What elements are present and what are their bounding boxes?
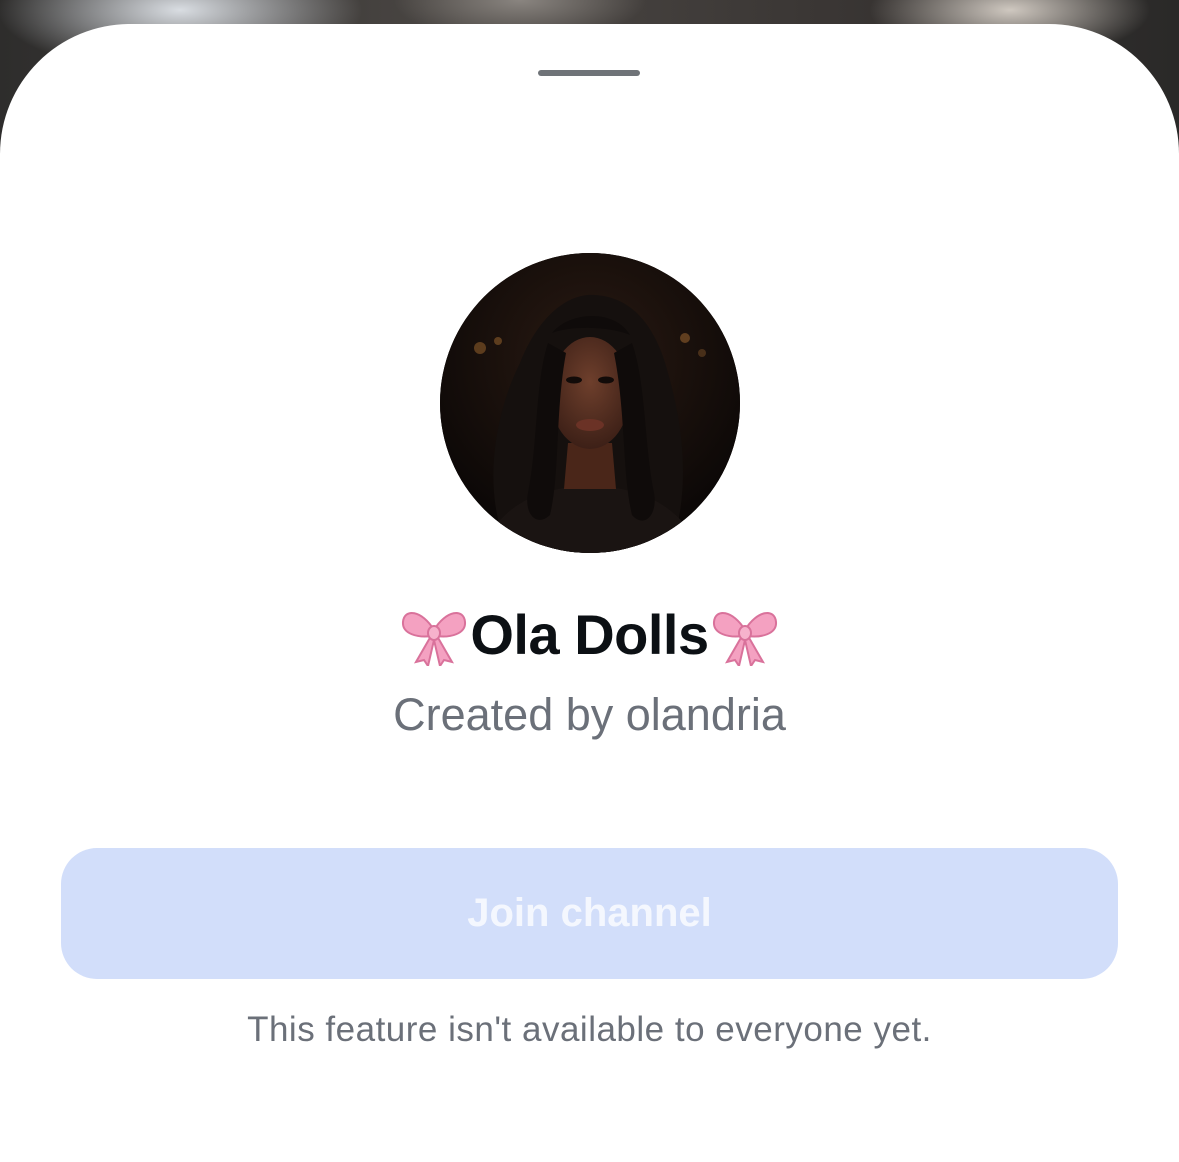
join-channel-label: Join channel	[467, 891, 712, 935]
channel-creator-line: Created by olandria	[393, 689, 786, 740]
pink-bow-icon	[712, 612, 777, 666]
channel-invite-sheet: Ola Dolls Created by olandria Join chann…	[0, 24, 1179, 1162]
channel-title-row: Ola Dolls	[0, 602, 1179, 668]
channel-title: Ola Dolls	[470, 603, 709, 666]
avatar-photo	[440, 253, 740, 553]
join-channel-button[interactable]: Join channel	[61, 848, 1118, 979]
pink-bow-icon	[402, 612, 467, 666]
sheet-grabber-handle[interactable]	[538, 70, 640, 76]
channel-avatar	[440, 253, 740, 553]
availability-notice: This feature isn't available to everyone…	[247, 1010, 932, 1049]
